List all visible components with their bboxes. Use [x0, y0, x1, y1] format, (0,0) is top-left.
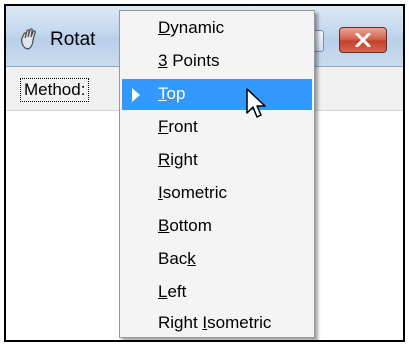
- triangle-right-icon: [132, 88, 140, 102]
- method-dropdown-menu: Dynamic 3 Points Top Front Right Isometr…: [119, 10, 315, 338]
- menu-item-label: 3 Points: [158, 51, 220, 70]
- window-title: Rotat: [50, 29, 96, 50]
- screenshot-frame: Rotat Method: Dynamic 3 Points Top Front…: [4, 4, 405, 342]
- menu-item-back[interactable]: Back: [122, 244, 312, 275]
- arrow-cursor-icon: [246, 88, 266, 118]
- hand-icon: [21, 28, 36, 50]
- menu-item-left[interactable]: Left: [122, 277, 312, 308]
- menu-item-label: Bottom: [158, 216, 212, 235]
- menu-item-isometric[interactable]: Isometric: [122, 178, 312, 209]
- menu-item-top[interactable]: Top: [122, 79, 312, 110]
- menu-item-dynamic[interactable]: Dynamic: [122, 13, 312, 44]
- menu-item-front[interactable]: Front: [122, 112, 312, 143]
- menu-item-3-points[interactable]: 3 Points: [122, 46, 312, 77]
- menu-item-label: Right Isometric: [158, 313, 272, 332]
- menu-item-right-isometric[interactable]: Right Isometric: [122, 308, 312, 339]
- close-icon: [355, 33, 371, 47]
- menu-item-right[interactable]: Right: [122, 145, 312, 176]
- menu-item-label: Dynamic: [158, 18, 225, 37]
- menu-item-label: Back: [158, 249, 196, 268]
- close-button[interactable]: [339, 27, 387, 53]
- menu-item-label: Right: [158, 150, 198, 169]
- menu-item-label: Isometric: [158, 183, 227, 202]
- method-label: Method:: [20, 78, 90, 102]
- menu-item-label: Top: [158, 84, 186, 103]
- menu-item-bottom[interactable]: Bottom: [122, 211, 312, 242]
- menu-item-label: Left: [158, 282, 187, 301]
- menu-item-label: Front: [158, 117, 198, 136]
